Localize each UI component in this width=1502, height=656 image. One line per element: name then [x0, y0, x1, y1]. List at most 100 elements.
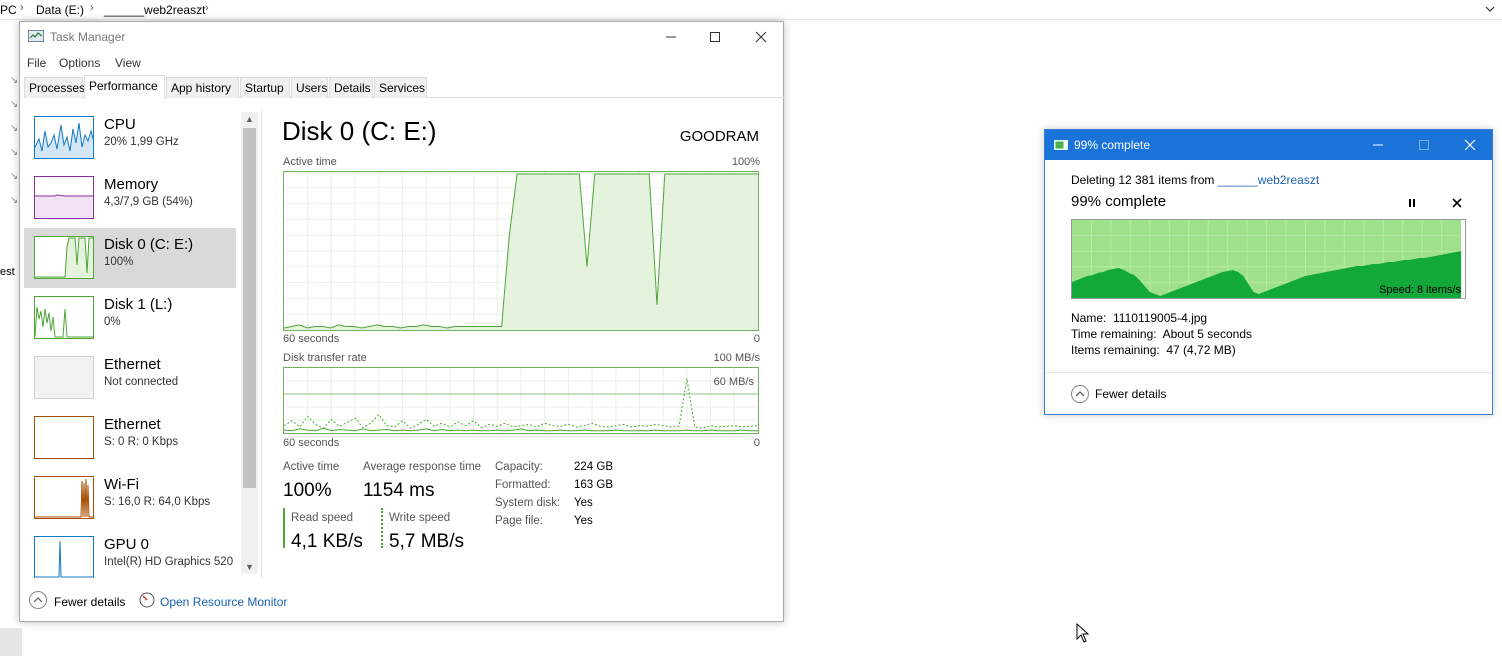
page-title: Disk 0 (C: E:)	[282, 116, 437, 146]
write-speed-marker	[381, 508, 383, 548]
capacity-value: 224 GB	[574, 461, 613, 473]
tab-startup[interactable]: Startup	[240, 77, 290, 98]
close-icon	[1464, 139, 1476, 151]
mouse-cursor-icon	[1076, 623, 1090, 643]
disk-1-thumbnail	[34, 296, 94, 339]
sidebar-item-label: Disk 0 (C: E:)	[104, 236, 194, 253]
menu-view[interactable]: View	[115, 56, 141, 70]
name-row: Name: 1110119005-4.jpg	[1071, 311, 1207, 325]
minimize-button[interactable]	[1355, 130, 1401, 160]
sidebar-item-cpu[interactable]: CPU 20% 1,99 GHz	[24, 108, 236, 168]
divider	[261, 108, 262, 578]
dialog-title: 99% complete	[1074, 138, 1151, 152]
seconds-label: 60 seconds	[283, 437, 340, 449]
stat-write-label: Write speed	[389, 512, 451, 524]
sidebar-item-sublabel: 100%	[104, 256, 134, 268]
minimize-icon	[666, 36, 676, 38]
chevron-up-icon[interactable]	[1071, 385, 1089, 403]
cpu-thumbnail	[34, 116, 94, 159]
sidebar-item-sublabel: Intel(R) HD Graphics 520	[104, 556, 234, 568]
sidebar-item-sublabel: 20% 1,99 GHz	[104, 136, 179, 148]
fewer-details-button[interactable]: Fewer details	[1095, 387, 1166, 401]
pause-icon[interactable]	[1406, 197, 1418, 209]
name-label: Name:	[1071, 311, 1107, 325]
scroll-up-icon[interactable]: ▲	[244, 114, 255, 124]
close-button[interactable]	[738, 22, 784, 52]
menu-options[interactable]: Options	[59, 56, 100, 70]
zero-label: 0	[753, 333, 760, 345]
transfer-rate-chart	[283, 368, 759, 433]
title-bar[interactable]: Task Manager	[20, 22, 783, 52]
disk-model: GOODRAM	[679, 128, 759, 145]
seconds-label: 60 seconds	[283, 333, 340, 345]
ethernet-thumbnail	[34, 416, 94, 459]
cpu-mini-graph	[35, 122, 93, 158]
close-icon	[755, 31, 767, 43]
sidebar-item-sublabel: Not connected	[104, 376, 179, 388]
sidebar-scrollbar[interactable]: ▲ ▼	[241, 112, 258, 574]
sidebar-item-wifi[interactable]: Wi-Fi S: 16,0 R: 64,0 Kbps	[24, 468, 236, 528]
tab-services[interactable]: Services	[374, 77, 427, 98]
deleting-prefix: Deleting 12 381 items from	[1071, 173, 1218, 187]
progress-graph: Speed: 8 items/s	[1071, 219, 1466, 299]
window-title: Task Manager	[50, 30, 126, 44]
sidebar-item-ethernet-2[interactable]: Ethernet S: 0 R: 0 Kbps	[24, 408, 236, 468]
dialog-title-bar[interactable]: 99% complete	[1045, 130, 1492, 160]
tab-app-history[interactable]: App history	[166, 77, 239, 98]
formatted-label: Formatted:	[495, 479, 551, 491]
sidebar-item-disk-1[interactable]: Disk 1 (L:) 0%	[24, 288, 236, 348]
time-remaining-value: About 5 seconds	[1162, 327, 1253, 341]
close-button[interactable]	[1447, 130, 1493, 160]
breadcrumb-pc[interactable]: PC	[0, 3, 17, 17]
chevron-right-icon: ›	[205, 2, 209, 14]
items-remaining-row: Items remaining: 47 (4,72 MB)	[1071, 343, 1236, 357]
fewer-details-button[interactable]: Fewer details	[54, 595, 125, 609]
active-time-chart	[283, 172, 758, 330]
sidebar-item-sublabel: 4,3/7,9 GB (54%)	[104, 196, 193, 208]
sidebar-item-ethernet-1[interactable]: Ethernet Not connected	[24, 348, 236, 408]
tab-users[interactable]: Users	[291, 77, 328, 98]
read-speed-marker	[283, 508, 285, 548]
transfer-rate-graph: 60 MB/s	[283, 367, 759, 434]
name-value: 1110119005-4.jpg	[1113, 311, 1208, 325]
folder-link[interactable]: ______web2reaszt	[1218, 173, 1319, 187]
stat-read-value: 4,1 KB/s	[291, 531, 363, 552]
tab-processes[interactable]: Processes	[24, 77, 85, 98]
sidebar-item-sublabel: 0%	[104, 316, 121, 328]
menu-file[interactable]: File	[27, 56, 46, 70]
stat-active-time-label: Active time	[283, 461, 340, 473]
wifi-mini-graph	[35, 478, 93, 518]
breadcrumb-data-drive[interactable]: Data (E:)	[36, 3, 84, 17]
stat-avg-response-value: 1154 ms	[363, 480, 435, 501]
maximize-button[interactable]	[692, 22, 738, 52]
progress-icon	[1054, 140, 1068, 150]
scrollbar-thumb[interactable]	[243, 128, 256, 488]
open-resource-monitor-link[interactable]: Open Resource Monitor	[160, 595, 287, 609]
sidebar-item-gpu-0[interactable]: GPU 0 Intel(R) HD Graphics 520	[24, 528, 236, 578]
cancel-icon[interactable]	[1451, 197, 1463, 209]
transfer-rate-mid: 60 MB/s	[713, 376, 754, 388]
maximize-button[interactable]	[1401, 130, 1447, 160]
stat-avg-response-label: Average response time	[363, 461, 482, 473]
chevron-up-icon[interactable]	[29, 591, 47, 609]
minimize-button[interactable]	[648, 22, 694, 52]
task-manager-footer: Fewer details Open Resource Monitor	[20, 584, 783, 622]
explorer-nav-item[interactable]: est	[0, 266, 15, 278]
minimize-icon	[1373, 144, 1383, 146]
disk-detail-panel: Disk 0 (C: E:) GOODRAM Active time 100% …	[282, 108, 762, 578]
system-disk-value: Yes	[574, 497, 593, 509]
explorer-address-bar[interactable]: PC › Data (E:) › ______web2reaszt ›	[0, 0, 1502, 20]
scroll-down-icon[interactable]: ▼	[244, 562, 255, 572]
sidebar-item-disk-0[interactable]: Disk 0 (C: E:) 100%	[24, 228, 236, 288]
sidebar-item-memory[interactable]: Memory 4,3/7,9 GB (54%)	[24, 168, 236, 228]
stat-write-value: 5,7 MB/s	[389, 531, 464, 552]
gpu-mini-graph	[35, 540, 93, 578]
memory-thumbnail	[34, 176, 94, 219]
tab-performance[interactable]: Performance	[84, 75, 165, 99]
breadcrumb-folder[interactable]: ______web2reaszt	[104, 3, 205, 17]
transfer-rate-max: 100 MB/s	[713, 352, 760, 364]
stat-active-time-value: 100%	[283, 480, 332, 501]
deleting-text: Deleting 12 381 items from ______web2rea…	[1071, 173, 1319, 187]
chevron-down-icon[interactable]	[1484, 2, 1496, 16]
tab-details[interactable]: Details	[329, 77, 373, 98]
